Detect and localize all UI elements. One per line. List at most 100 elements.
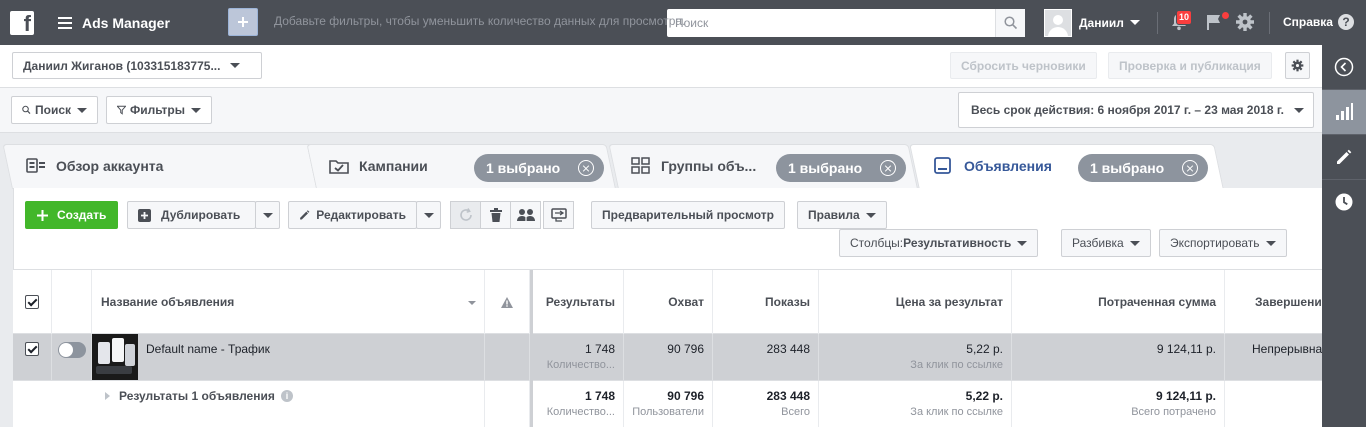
settings-button[interactable] <box>1285 52 1310 79</box>
delivery-warning-cell <box>485 334 530 380</box>
ad-icon <box>934 157 951 174</box>
chevron-down-icon <box>77 107 87 113</box>
compare-button[interactable] <box>543 201 574 229</box>
row-checkbox[interactable] <box>25 342 39 356</box>
edit-button[interactable]: Редактировать <box>288 201 417 229</box>
facebook-logo-icon[interactable]: f <box>10 10 34 36</box>
totals-impressions-cell: 283 448 Всего <box>713 381 819 427</box>
export-button[interactable]: Экспортировать <box>1159 229 1287 257</box>
column-header-reach[interactable]: Охват <box>624 270 713 334</box>
totals-spent-cell: 9 124,11 р. Всего потрачено <box>1012 381 1225 427</box>
totals-reach-cell: 90 796 Пользователи <box>624 381 713 427</box>
cost-value: 5,22 р. <box>966 342 1003 356</box>
select-all-checkbox[interactable] <box>25 295 39 309</box>
column-header-impressions[interactable]: Показы <box>713 270 819 334</box>
tab-label: Кампании <box>359 158 428 174</box>
user-menu[interactable]: Даниил <box>1044 8 1140 37</box>
ad-name[interactable]: Default name - Трафик <box>146 342 270 356</box>
columns-prefix: Столбцы: <box>850 236 904 250</box>
search-input[interactable] <box>667 9 995 37</box>
totals-cost-cell: 5,22 р. За клик по ссылке <box>819 381 1012 427</box>
clear-selection-icon[interactable] <box>1182 160 1199 176</box>
ab-test-button[interactable] <box>510 201 541 229</box>
add-filter-button[interactable] <box>228 8 258 36</box>
edit-dropdown[interactable] <box>416 201 441 229</box>
columns-selector[interactable]: Столбцы: Результативность <box>839 229 1039 257</box>
date-range-picker[interactable]: Весь срок действия: 6 ноября 2017 г. – 2… <box>958 92 1314 128</box>
sort-icon[interactable] <box>468 301 476 305</box>
info-icon[interactable]: i <box>281 390 293 402</box>
gear-icon <box>1291 59 1304 72</box>
account-selector[interactable]: Даниил Жиганов (103315183775... <box>12 52 262 79</box>
chevron-down-icon <box>1129 20 1140 25</box>
trash-icon <box>489 208 502 222</box>
tab-account-overview[interactable]: Обзор аккаунта <box>26 144 316 188</box>
amount-spent-cell: 9 124,11 р. <box>1012 334 1225 380</box>
swap-icon <box>550 208 567 222</box>
help-button[interactable]: Справка ? <box>1283 14 1354 30</box>
chevron-down-icon <box>1293 107 1304 113</box>
create-button[interactable]: Создать <box>25 201 119 229</box>
search-filter-button[interactable]: Поиск <box>11 96 98 124</box>
collapse-rail-button[interactable] <box>1322 45 1366 89</box>
delete-button[interactable] <box>480 201 511 229</box>
totals-row: Результаты 1 объявления i 1 748 Количест… <box>13 381 1322 427</box>
tab-ad-sets[interactable]: Группы объ... <box>631 144 771 188</box>
campaigns-selected-pill[interactable]: 1 выбрано <box>474 154 605 182</box>
refresh-button[interactable] <box>450 201 481 229</box>
rules-button[interactable]: Правила <box>797 201 887 229</box>
account-overview-icon <box>26 158 45 173</box>
cost-per-result-cell: 5,22 р. За клик по ссылке <box>819 334 1012 380</box>
ad-status-toggle[interactable] <box>58 342 86 358</box>
chevron-down-icon <box>1129 240 1140 246</box>
table-row[interactable]: Default name - Трафик 1 748 Количество..… <box>13 334 1322 381</box>
column-header-cost-per-result[interactable]: Цена за результат <box>819 270 1012 334</box>
edit-label: Редактировать <box>316 208 406 222</box>
ad-thumbnail[interactable] <box>92 334 138 380</box>
tab-ads[interactable]: Объявления <box>934 144 1074 188</box>
review-and-publish-button[interactable]: Проверка и публикация <box>1108 52 1272 79</box>
search-box <box>667 9 1025 37</box>
tab-campaigns[interactable]: Кампании <box>329 144 469 188</box>
folder-check-icon <box>329 160 349 174</box>
totals-results-cell: 1 748 Количество... <box>533 381 624 427</box>
clear-selection-icon[interactable] <box>578 160 595 176</box>
filters-button[interactable]: Фильтры <box>106 96 212 124</box>
ends-value: Непрерывная <box>1252 342 1322 356</box>
duplicate-button[interactable]: Дублировать <box>127 201 256 229</box>
notification-badge: 10 <box>1176 10 1193 25</box>
clear-selection-icon[interactable] <box>880 160 897 176</box>
column-header-name[interactable]: Название объявления <box>92 270 485 334</box>
column-header-results[interactable]: Результаты <box>533 270 624 334</box>
column-header-ends[interactable]: Завершение <box>1225 270 1322 334</box>
flag-icon[interactable] <box>1204 12 1224 32</box>
ends-cell: Непрерывная <box>1225 334 1322 380</box>
menu-icon[interactable] <box>58 16 72 29</box>
charts-panel-button[interactable] <box>1322 90 1366 134</box>
gear-icon[interactable] <box>1235 12 1255 32</box>
totals-label-cell: Результаты 1 объявления i <box>13 381 485 427</box>
chevron-down-icon <box>865 212 876 218</box>
ad-sets-selected-pill[interactable]: 1 выбрано <box>776 154 907 182</box>
discard-drafts-button[interactable]: Сбросить черновики <box>950 52 1097 79</box>
chevron-down-icon <box>423 212 434 218</box>
totals-reach-sublabel: Пользователи <box>632 406 704 418</box>
breakdown-button[interactable]: Разбивка <box>1061 229 1151 257</box>
column-header-amount-spent[interactable]: Потраченная сумма <box>1012 270 1225 334</box>
totals-reach: 90 796 <box>667 389 704 403</box>
history-panel-button[interactable] <box>1322 180 1366 224</box>
preview-button[interactable]: Предварительный просмотр <box>591 201 785 229</box>
edit-panel-button[interactable] <box>1322 135 1366 179</box>
export-label: Экспортировать <box>1170 236 1260 250</box>
rules-label: Правила <box>808 208 860 222</box>
search-icon <box>22 105 31 114</box>
user-name: Даниил <box>1079 15 1124 30</box>
ads-selected-pill[interactable]: 1 выбрано <box>1078 154 1209 182</box>
row-checkbox-cell <box>13 334 52 380</box>
duplicate-label: Дублировать <box>161 208 241 222</box>
totals-cost: 5,22 р. <box>965 389 1003 403</box>
search-button[interactable] <box>995 9 1025 37</box>
account-name: Даниил Жиганов (103315183775... <box>23 58 221 73</box>
duplicate-dropdown[interactable] <box>255 201 280 229</box>
expand-triangle-icon[interactable] <box>105 392 110 400</box>
